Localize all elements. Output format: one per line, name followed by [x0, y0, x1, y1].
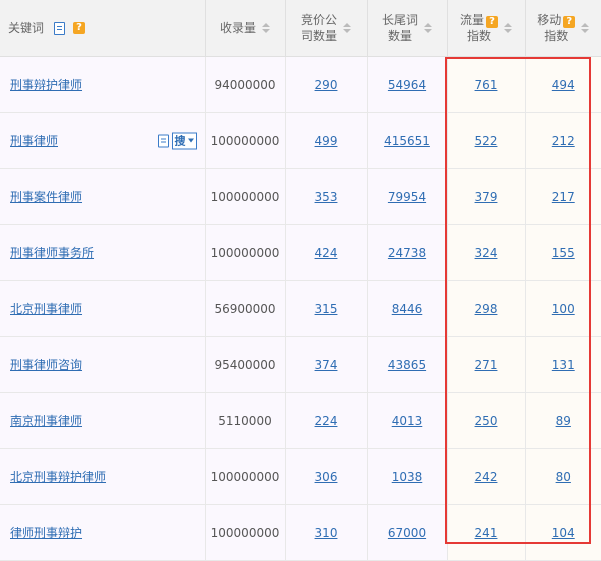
table-row: 刑事辩护律师 94000000 290 54964 761 494	[0, 56, 601, 113]
col-traffic-index-label-2: 指数	[466, 29, 491, 43]
table-row: 刑事律师 搜 100000000 499 415651 522 212	[0, 112, 601, 169]
traffic-index-link[interactable]: 298	[475, 302, 498, 316]
bid-companies-link[interactable]: 374	[315, 358, 338, 372]
keyword-link[interactable]: 律师刑事辩护	[10, 526, 82, 540]
col-mobile-index-header[interactable]: 移动? 指数	[525, 0, 601, 57]
mobile-index-link[interactable]: 100	[552, 302, 575, 316]
col-long-tail-header[interactable]: 长尾词 数量	[367, 0, 448, 57]
traffic-index-link[interactable]: 250	[475, 414, 498, 428]
long-tail-link[interactable]: 8446	[392, 302, 423, 316]
search-button-label: 搜	[174, 134, 186, 147]
keyword-link[interactable]: 刑事案件律师	[10, 190, 82, 204]
mobile-index-link[interactable]: 89	[556, 414, 571, 428]
long-tail-link[interactable]: 1038	[392, 470, 423, 484]
mobile-index-link[interactable]: 217	[552, 190, 575, 204]
table-row: 律师刑事辩护 100000000 310 67000 241 104	[0, 504, 601, 561]
index-count-value: 100000000	[205, 224, 286, 281]
traffic-index-link[interactable]: 761	[475, 78, 498, 92]
mobile-index-link[interactable]: 155	[552, 246, 575, 260]
row-tools: 搜	[157, 132, 197, 149]
mobile-index-link[interactable]: 212	[552, 134, 575, 148]
traffic-index-link[interactable]: 324	[475, 246, 498, 260]
index-count-value: 100000000	[205, 504, 286, 561]
long-tail-link[interactable]: 43865	[388, 358, 426, 372]
bid-companies-link[interactable]: 224	[315, 414, 338, 428]
sort-icon[interactable]	[504, 23, 512, 33]
index-count-value: 95400000	[205, 336, 286, 393]
help-icon[interactable]: ?	[486, 16, 498, 28]
col-keyword-header: 关键词 ?	[0, 0, 206, 57]
keyword-link[interactable]: 刑事律师	[10, 134, 58, 148]
index-count-value: 100000000	[205, 168, 286, 225]
long-tail-link[interactable]: 415651	[384, 134, 430, 148]
table-row: 南京刑事律师 5110000 224 4013 250 89	[0, 392, 601, 449]
long-tail-link[interactable]: 54964	[388, 78, 426, 92]
index-count-value: 56900000	[205, 280, 286, 337]
col-keyword-label: 关键词	[8, 21, 45, 35]
keyword-link[interactable]: 刑事律师事务所	[10, 246, 94, 260]
traffic-index-link[interactable]: 271	[475, 358, 498, 372]
bid-companies-link[interactable]: 290	[315, 78, 338, 92]
traffic-index-link[interactable]: 242	[475, 470, 498, 484]
bid-companies-link[interactable]: 499	[315, 134, 338, 148]
table-row: 刑事律师咨询 95400000 374 43865 271 131	[0, 336, 601, 393]
long-tail-link[interactable]: 24738	[388, 246, 426, 260]
col-bid-companies-label-1: 竞价公	[300, 13, 337, 27]
table-row: 刑事案件律师 100000000 353 79954 379 217	[0, 168, 601, 225]
copy-all-icon[interactable]	[54, 21, 66, 35]
table-row: 北京刑事律师 56900000 315 8446 298 100	[0, 280, 601, 337]
col-traffic-index-header[interactable]: 流量? 指数	[447, 0, 526, 57]
caret-down-icon	[187, 138, 194, 143]
keyword-table: 关键词 ? 收录量 竞价公 司数量 长尾词 数量 流量 ? 指数 移动 ? 指数…	[0, 0, 601, 561]
keyword-link[interactable]: 北京刑事辩护律师	[10, 470, 106, 484]
sort-icon[interactable]	[424, 23, 432, 33]
col-mobile-index-label-2: 指数	[544, 29, 569, 43]
keyword-link[interactable]: 北京刑事律师	[10, 302, 82, 316]
mobile-index-link[interactable]: 131	[552, 358, 575, 372]
bid-companies-link[interactable]: 310	[315, 526, 338, 540]
col-mobile-index-label-1: 移动	[537, 13, 562, 27]
keyword-link[interactable]: 南京刑事律师	[10, 414, 82, 428]
index-count-value: 100000000	[205, 448, 286, 505]
col-bid-companies-label-2: 司数量	[300, 29, 337, 43]
col-long-tail-label-2: 数量	[387, 29, 412, 43]
traffic-index-link[interactable]: 379	[475, 190, 498, 204]
col-traffic-index-label-1: 流量	[459, 13, 484, 27]
table-row: 刑事律师事务所 100000000 424 24738 324 155	[0, 224, 601, 281]
help-icon[interactable]: ?	[563, 16, 576, 28]
traffic-index-link[interactable]: 241	[475, 526, 498, 540]
col-index-count-label: 收录量	[219, 21, 256, 35]
keyword-link[interactable]: 刑事律师咨询	[10, 358, 82, 372]
long-tail-link[interactable]: 4013	[392, 414, 423, 428]
col-long-tail-label-1: 长尾词	[381, 13, 418, 27]
table-row: 北京刑事辩护律师 100000000 306 1038 242 80	[0, 448, 601, 505]
table-header-row: 关键词 ? 收录量 竞价公 司数量 长尾词 数量 流量 ? 指数 移动 ? 指数	[0, 0, 601, 57]
index-count-value: 5110000	[205, 392, 286, 449]
bid-companies-link[interactable]: 424	[315, 246, 338, 260]
bid-companies-link[interactable]: 306	[315, 470, 338, 484]
search-dropdown-button[interactable]: 搜	[171, 132, 197, 149]
sort-icon[interactable]	[262, 23, 270, 33]
sort-icon[interactable]	[343, 23, 351, 33]
help-icon[interactable]: ?	[73, 22, 86, 34]
keyword-link[interactable]: 刑事辩护律师	[10, 78, 82, 92]
traffic-index-link[interactable]: 522	[475, 134, 498, 148]
bid-companies-link[interactable]: 315	[315, 302, 338, 316]
bid-companies-link[interactable]: 353	[315, 190, 338, 204]
copy-icon[interactable]	[157, 134, 169, 147]
col-index-count-header[interactable]: 收录量	[205, 0, 286, 57]
sort-icon[interactable]	[581, 23, 590, 33]
mobile-index-link[interactable]: 80	[556, 470, 571, 484]
index-count-value: 94000000	[205, 56, 286, 113]
mobile-index-link[interactable]: 104	[552, 526, 575, 540]
long-tail-link[interactable]: 79954	[388, 190, 426, 204]
index-count-value: 100000000	[205, 112, 286, 169]
long-tail-link[interactable]: 67000	[388, 526, 426, 540]
mobile-index-link[interactable]: 494	[552, 78, 575, 92]
col-bid-companies-header[interactable]: 竞价公 司数量	[285, 0, 368, 57]
